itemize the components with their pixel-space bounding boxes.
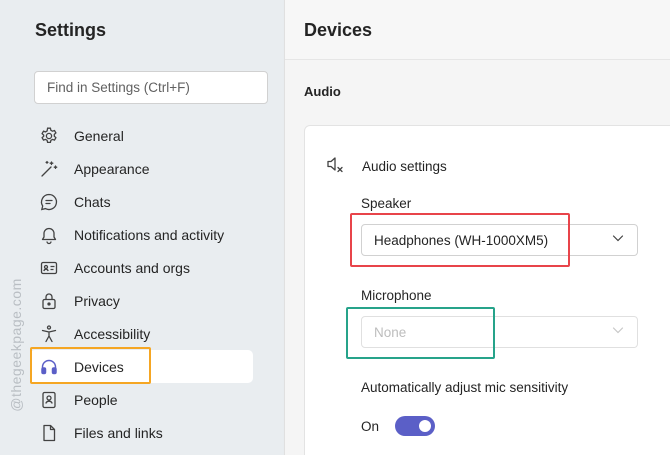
- sidebar-item-devices[interactable]: Devices: [30, 350, 253, 383]
- speaker-label: Speaker: [361, 196, 412, 211]
- sidebar-item-label: People: [74, 391, 118, 408]
- speaker-select-value: Headphones (WH-1000XM5): [374, 232, 549, 248]
- audio-settings-header: Audio settings: [325, 154, 447, 179]
- sidebar-item-label: Accessibility: [74, 325, 151, 342]
- sidebar-item-label: Devices: [74, 358, 124, 375]
- chevron-down-icon: [611, 323, 625, 342]
- main-pane: Devices Audio Audio settings Speaker Hea…: [284, 0, 670, 455]
- sidebar-item-label: Accounts and orgs: [74, 259, 190, 276]
- speaker-icon: [325, 154, 345, 179]
- toggle-knob: [419, 420, 432, 432]
- auto-adjust-label: Automatically adjust mic sensitivity: [361, 380, 569, 395]
- search-input[interactable]: [47, 80, 255, 95]
- lock-icon: [38, 290, 60, 312]
- sidebar-item-label: Appearance: [74, 160, 150, 177]
- sidebar-item-privacy[interactable]: Privacy: [30, 284, 253, 317]
- gear-icon: [38, 125, 60, 147]
- sidebar-item-label: Chats: [74, 193, 111, 210]
- page-title: Devices: [304, 20, 373, 40]
- sidebar-title: Settings: [35, 20, 107, 40]
- watermark-text: @thegeekpage.com: [8, 278, 25, 412]
- microphone-select[interactable]: None: [361, 316, 638, 348]
- file-icon: [38, 422, 60, 444]
- toggle-state-label: On: [361, 418, 380, 434]
- speaker-select[interactable]: Headphones (WH-1000XM5): [361, 224, 638, 256]
- sidebar-item-label: Notifications and activity: [74, 226, 225, 243]
- audio-settings-title: Audio settings: [362, 159, 447, 174]
- chevron-down-icon: [611, 231, 625, 250]
- contact-card-icon: [38, 257, 60, 279]
- sidebar-item-label: Files and links: [74, 424, 163, 441]
- magic-wand-icon: [38, 158, 60, 180]
- section-title-audio: Audio: [304, 84, 341, 99]
- settings-nav: General Appearance Chats Notifications a…: [30, 119, 253, 449]
- sidebar-item-accessibility[interactable]: Accessibility: [30, 317, 253, 350]
- sidebar-item-appearance[interactable]: Appearance: [30, 152, 253, 185]
- sidebar-item-label: Privacy: [74, 292, 120, 309]
- sidebar-item-files[interactable]: Files and links: [30, 416, 253, 449]
- accessibility-icon: [38, 323, 60, 345]
- watermark: @thegeekpage.com: [3, 250, 29, 440]
- chat-icon: [38, 191, 60, 213]
- auto-adjust-toggle-row: On: [361, 416, 436, 436]
- headset-icon: [38, 356, 60, 378]
- microphone-label: Microphone: [361, 288, 432, 303]
- contact-book-icon: [38, 389, 60, 411]
- bell-icon: [38, 224, 60, 246]
- sidebar-item-people[interactable]: People: [30, 383, 253, 416]
- search-box[interactable]: [34, 71, 268, 104]
- sidebar-item-notifications[interactable]: Notifications and activity: [30, 218, 253, 251]
- main-header: Devices: [285, 0, 670, 60]
- audio-settings-card: Audio settings Speaker Headphones (WH-10…: [304, 125, 670, 455]
- settings-sidebar: Settings General Appearance: [0, 0, 283, 455]
- sidebar-item-label: General: [74, 127, 124, 144]
- sidebar-item-chats[interactable]: Chats: [30, 185, 253, 218]
- microphone-select-value: None: [374, 324, 407, 340]
- auto-adjust-toggle[interactable]: [395, 416, 436, 436]
- sidebar-item-general[interactable]: General: [30, 119, 253, 152]
- sidebar-item-accounts[interactable]: Accounts and orgs: [30, 251, 253, 284]
